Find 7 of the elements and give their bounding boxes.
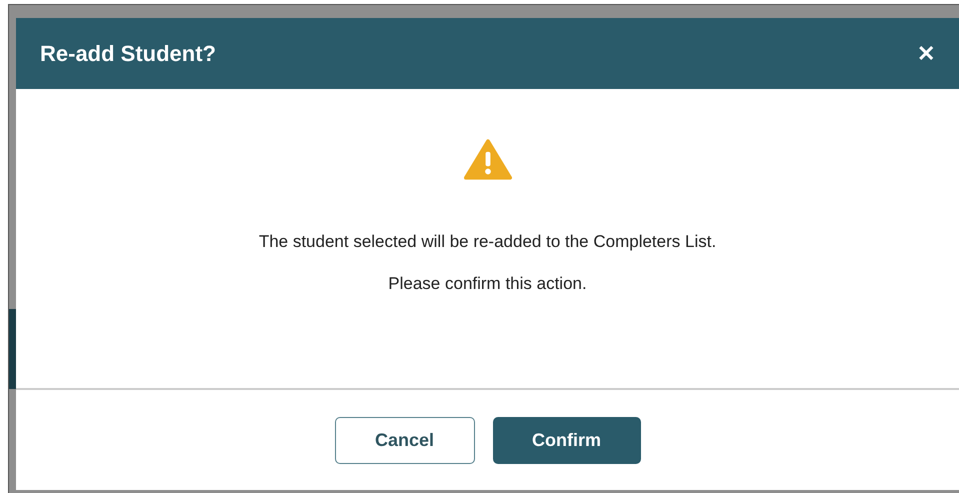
message-text: Please confirm this action. [388, 274, 587, 294]
dialog-title: Re-add Student? [40, 40, 216, 66]
warning-icon [464, 139, 512, 180]
message-text: The student selected will be re-added to the Completers List. [258, 232, 716, 252]
close-button[interactable]: ✕ [913, 38, 939, 68]
cancel-button[interactable]: Cancel [334, 416, 474, 464]
confirm-button[interactable]: Confirm [492, 416, 640, 464]
